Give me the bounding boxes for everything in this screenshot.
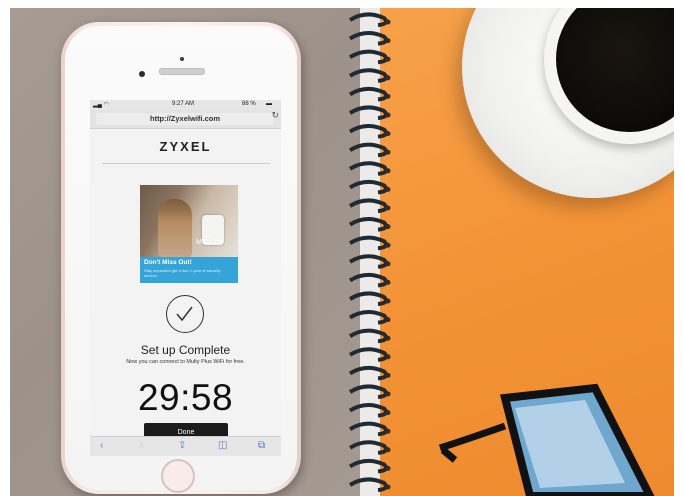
promo-banner[interactable]: MULTY Don't Miss Out! Stay expanded get … xyxy=(140,185,238,283)
spiral-coil xyxy=(348,458,388,474)
spiral-coil xyxy=(348,403,388,418)
brand-logo: ZYXEL xyxy=(159,139,212,154)
battery-icon: ▬ xyxy=(266,101,272,107)
spiral-coil xyxy=(348,12,388,27)
spiral-coil xyxy=(348,272,388,288)
spiral-coil xyxy=(348,68,388,83)
spiral-coil xyxy=(348,384,388,399)
setup-heading: Set up Complete xyxy=(140,343,231,357)
earpiece-speaker xyxy=(159,68,205,75)
address-bar[interactable]: http://Zyxelwifi.com ↻ xyxy=(90,110,281,129)
photo-scene: ▂▄ ◠ 9:27 AM 88 % ▬ http://Zyxelwifi.com… xyxy=(10,8,674,496)
spiral-hole xyxy=(385,131,391,137)
spiral-coil xyxy=(348,365,388,381)
status-battery: 88 % xyxy=(242,101,256,107)
tabs-icon[interactable]: ⧉ xyxy=(258,440,265,451)
spiral-coil xyxy=(348,105,388,120)
forward-icon[interactable]: › xyxy=(140,440,143,451)
eyeglasses xyxy=(438,383,655,496)
spiral-coil xyxy=(348,254,388,269)
setup-subtext: Now you can connect to Multy Plus WiFi f… xyxy=(126,359,245,365)
spiral-coil xyxy=(348,161,388,176)
spiral-hole xyxy=(385,428,391,434)
spiral-hole xyxy=(385,279,391,285)
spiral-hole xyxy=(385,75,391,81)
url-field[interactable]: http://Zyxelwifi.com xyxy=(96,113,274,125)
wifi-icon: ▂▄ ◠ xyxy=(93,102,109,108)
spiral-coil xyxy=(348,291,388,306)
spiral-hole xyxy=(385,317,391,323)
spiral-hole xyxy=(385,186,391,192)
spiral-hole xyxy=(385,372,391,378)
front-camera xyxy=(139,71,145,77)
phone-face: ▂▄ ◠ 9:27 AM 88 % ▬ http://Zyxelwifi.com… xyxy=(65,26,297,493)
status-time: 9:27 AM xyxy=(172,101,195,107)
spiral-coil xyxy=(348,477,388,492)
web-page: ZYXEL MULTY Don't Miss Out! Stay expande… xyxy=(90,129,281,443)
spiral-hole xyxy=(385,56,391,62)
spiral-hole xyxy=(385,242,391,248)
spiral-hole xyxy=(385,149,391,155)
spiral-hole xyxy=(385,261,391,267)
promo-person xyxy=(158,199,192,257)
spiral-coil xyxy=(348,49,388,65)
spiral-coil xyxy=(348,440,388,455)
spiral-hole xyxy=(385,410,391,416)
browser-toolbar: ‹ › ⇪ ◫ ⧉ xyxy=(90,436,281,456)
spiral-coil xyxy=(348,198,388,213)
home-button[interactable] xyxy=(161,459,195,493)
smartphone: ▂▄ ◠ 9:27 AM 88 % ▬ http://Zyxelwifi.com… xyxy=(61,22,301,494)
spiral-hole xyxy=(385,205,391,211)
spiral-coil xyxy=(348,328,388,344)
spiral-hole xyxy=(385,38,391,44)
promo-brand: MULTY xyxy=(196,239,225,246)
spiral-hole xyxy=(385,335,391,341)
promo-title: Don't Miss Out! xyxy=(144,259,192,266)
notebook-spiral xyxy=(348,12,391,492)
spiral-hole xyxy=(385,298,391,304)
spiral-hole xyxy=(385,484,391,490)
spiral-hole xyxy=(385,391,391,397)
spiral-coil xyxy=(348,347,388,362)
spiral-hole xyxy=(385,354,391,360)
spiral-coil xyxy=(348,31,388,46)
spiral-coil xyxy=(348,217,388,232)
countdown-timer: 29:58 xyxy=(137,377,234,418)
spiral-coil xyxy=(348,310,388,325)
spiral-hole xyxy=(385,19,391,25)
spiral-hole xyxy=(385,168,391,174)
back-icon[interactable]: ‹ xyxy=(100,440,103,451)
spiral-hole xyxy=(385,112,391,118)
reload-icon[interactable]: ↻ xyxy=(271,110,279,121)
spiral-hole xyxy=(385,224,391,230)
spiral-hole xyxy=(385,447,391,453)
spiral-coil xyxy=(348,179,388,195)
phone-screen: ▂▄ ◠ 9:27 AM 88 % ▬ http://Zyxelwifi.com… xyxy=(90,100,281,456)
spiral-coil xyxy=(348,421,388,437)
spiral-coil xyxy=(348,235,388,251)
spiral-coil xyxy=(348,142,388,158)
spiral-hole xyxy=(385,93,391,99)
spiral-hole xyxy=(385,465,391,471)
promo-text: Stay expanded get a free 1-year of secur… xyxy=(144,268,221,278)
sensor-dot xyxy=(180,57,184,61)
spiral-coil xyxy=(348,86,388,102)
divider xyxy=(101,163,270,164)
check-icon xyxy=(166,295,204,333)
share-icon[interactable]: ⇪ xyxy=(178,440,186,451)
spiral-coil xyxy=(348,124,388,139)
bookmarks-icon[interactable]: ◫ xyxy=(218,440,227,451)
status-bar: ▂▄ ◠ 9:27 AM 88 % ▬ xyxy=(90,100,281,110)
